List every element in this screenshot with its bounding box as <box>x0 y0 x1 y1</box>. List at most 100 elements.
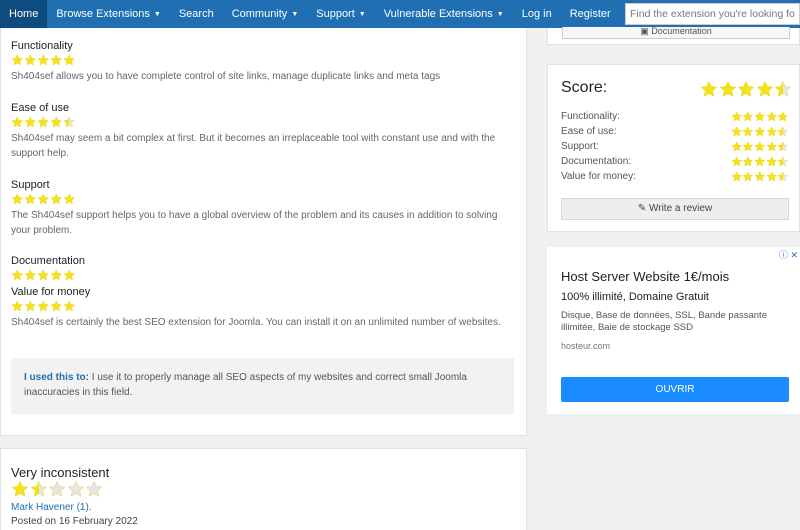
nav-item-support[interactable]: Support ▼ <box>307 0 374 28</box>
nav-item-register[interactable]: Register <box>561 0 620 28</box>
write-review-button[interactable]: ✎ Write a review <box>561 198 789 220</box>
used-for-text: I use it to properly manage all SEO aspe… <box>24 372 467 398</box>
caret-down-icon: ▼ <box>358 11 366 18</box>
reviewer-link[interactable]: Mark Havener (1). <box>11 502 92 513</box>
nav-item-browse-extensions[interactable]: Browse Extensions ▼ <box>47 0 169 28</box>
star-icon <box>766 126 777 137</box>
ad-domain[interactable]: hosteur.com <box>561 341 610 351</box>
star-icon <box>774 81 792 97</box>
review-card-2: Very inconsistent Mark Havener (1). Post… <box>0 448 527 530</box>
star-icon <box>50 300 62 312</box>
review-title: Very inconsistent <box>11 465 110 480</box>
star-icon <box>777 126 789 137</box>
star-icon <box>63 116 75 128</box>
nav-item-label: Browse Extensions <box>56 8 150 20</box>
score-row-label: Support: <box>561 141 599 152</box>
score-row: Ease of use: <box>561 126 789 140</box>
star-icon <box>766 111 777 122</box>
section-title: Functionality <box>11 40 73 52</box>
star-icon <box>50 54 62 66</box>
star-icon <box>24 269 36 281</box>
nav-item-community[interactable]: Community ▼ <box>223 0 308 28</box>
score-row: Value for money: <box>561 171 789 185</box>
star-icon <box>700 81 718 97</box>
section-value-for-money: Value for money Sh404sef is certainly th… <box>11 286 511 330</box>
posted-date: Posted on 16 February 2022 <box>11 516 138 527</box>
score-panel: Score: Functionality: Ease of use: Support… <box>547 64 800 232</box>
star-icon <box>11 269 23 281</box>
section-title: Value for money <box>11 286 91 298</box>
section-ease-of-use: Ease of use Sh404sef may seem a bit comp… <box>11 102 511 161</box>
top-navbar: Home Browse Extensions ▼ Search Community ▼ Su… <box>0 0 800 28</box>
score-row-label: Value for money: <box>561 171 636 182</box>
star-icon <box>11 193 23 205</box>
section-title: Support <box>11 179 50 191</box>
section-functionality: Functionality Sh404sef allows you to hav… <box>11 40 511 84</box>
star-icon <box>731 126 742 137</box>
star-rating <box>11 54 511 67</box>
star-icon <box>50 193 62 205</box>
ad-info-icon[interactable]: ⓘ ✕ <box>779 248 798 261</box>
star-icon <box>777 141 789 152</box>
star-rating <box>731 156 789 169</box>
star-icon <box>742 156 754 167</box>
score-row-label: Functionality: <box>561 111 620 122</box>
star-icon <box>742 171 754 182</box>
star-icon <box>731 171 742 182</box>
star-icon <box>754 141 765 152</box>
nav-item-vulnerable-extensions[interactable]: Vulnerable Extensions ▼ <box>375 0 513 28</box>
star-icon <box>742 126 754 137</box>
star-rating <box>731 126 789 139</box>
section-text: The Sh404sef support helps you to have a… <box>11 210 498 236</box>
star-icon <box>731 111 742 122</box>
star-icon <box>742 141 754 152</box>
star-icon <box>50 116 62 128</box>
star-icon <box>48 481 66 497</box>
star-icon <box>63 300 75 312</box>
nav-item-home[interactable]: Home <box>0 0 48 28</box>
section-text: Sh404sef is certainly the best SEO exten… <box>11 317 501 328</box>
star-icon <box>24 300 36 312</box>
star-icon <box>756 81 773 97</box>
nav-item-label: Community <box>231 8 288 20</box>
star-icon <box>37 193 49 205</box>
section-title: Documentation <box>11 255 85 267</box>
star-icon <box>777 171 789 182</box>
star-icon <box>85 481 103 497</box>
section-text: Sh404sef may seem a bit complex at first… <box>11 133 496 159</box>
star-icon <box>754 156 765 167</box>
ad-description: Disque, Base de données, SSL, Bande pass… <box>561 310 767 333</box>
star-icon <box>754 111 765 122</box>
star-icon <box>30 481 47 497</box>
section-text: Sh404sef allows you to have complete con… <box>11 71 441 82</box>
nav-item-search[interactable]: Search <box>170 0 223 28</box>
score-row: Functionality: <box>561 111 789 125</box>
nav-item-log-in[interactable]: Log in <box>513 0 561 28</box>
star-icon <box>63 193 75 205</box>
used-for-label: I used this to: <box>24 372 89 383</box>
ad-title[interactable]: Host Server Website 1€/mois <box>561 269 729 284</box>
review-card: Functionality Sh404sef allows you to hav… <box>0 28 527 436</box>
documentation-button[interactable]: ▣ Documentation <box>562 27 790 39</box>
ad-open-button[interactable]: OUVRIR <box>561 377 789 402</box>
star-icon <box>742 111 754 122</box>
book-icon: ▣ <box>640 27 652 36</box>
caret-down-icon: ▼ <box>153 11 161 18</box>
caret-down-icon: ▼ <box>496 11 504 18</box>
star-icon <box>24 116 36 128</box>
star-icon <box>777 111 789 122</box>
section-support: Support The Sh404sef support helps you t… <box>11 179 511 238</box>
star-icon <box>754 171 765 182</box>
nav-item-label: Register <box>569 8 611 20</box>
score-row: Documentation: <box>561 156 789 170</box>
star-icon <box>731 141 742 152</box>
nav-menu: Home Browse Extensions ▼ Search Community ▼ Su… <box>0 0 620 28</box>
star-icon <box>67 481 84 497</box>
nav-item-label: Search <box>178 8 214 20</box>
star-icon <box>63 54 75 66</box>
extension-search-input[interactable] <box>625 3 800 25</box>
ad-subtitle: 100% illimité, Domaine Gratuit <box>561 291 709 303</box>
star-icon <box>11 116 23 128</box>
nav-item-label: Support <box>316 8 355 20</box>
star-icon <box>766 141 777 152</box>
